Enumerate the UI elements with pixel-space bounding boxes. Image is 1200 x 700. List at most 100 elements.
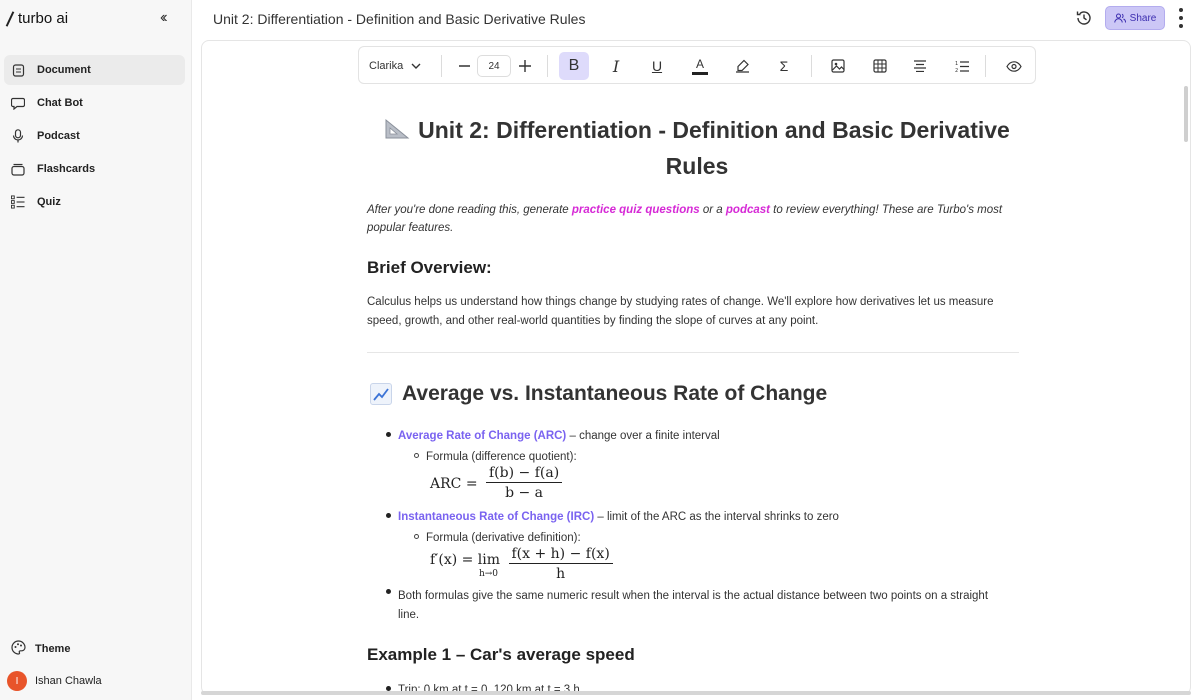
svg-text:2: 2	[955, 68, 958, 73]
list-item: Instantaneous Rate of Change (IRC) – lim…	[386, 511, 839, 523]
microphone-icon	[11, 129, 25, 143]
limit-subscript: h→0	[478, 568, 499, 579]
collapse-sidebar-icon[interactable]: ‹‹	[160, 9, 167, 27]
formula-label: Formula (derivative definition):	[426, 532, 581, 544]
sidebar-item-chat-bot[interactable]: Chat Bot	[4, 88, 185, 118]
practice-quiz-link[interactable]: practice quiz questions	[572, 204, 700, 216]
history-icon[interactable]	[1075, 9, 1093, 27]
font-size-input[interactable]: 24	[477, 55, 511, 77]
document-title[interactable]: Unit 2: Differentiation - Definition and…	[213, 11, 585, 27]
share-button[interactable]: Share	[1105, 6, 1165, 30]
toolbar-divider	[547, 55, 548, 77]
list-item	[386, 589, 391, 596]
arc-term[interactable]: Average Rate of Change (ARC)	[398, 430, 566, 442]
equation-button[interactable]: Σ	[773, 47, 795, 85]
list-item: Average Rate of Change (ARC) – change ov…	[386, 430, 720, 442]
both-formulas-text: Both formulas give the same numeric resu…	[398, 590, 989, 621]
text-color-label: A	[695, 56, 704, 71]
heading-text: Unit 2: Differentiation - Definition and…	[418, 117, 1010, 179]
sidebar-item-label: Chat Bot	[37, 97, 83, 109]
toolbar-divider	[985, 55, 986, 77]
sidebar: turbo ai ‹‹ Document Chat Bot Podcast Fl	[0, 0, 192, 700]
color-swatch	[692, 71, 708, 75]
sidebar-item-document[interactable]: Document	[4, 55, 185, 85]
editor-panel: Clarika 24 B I U A Σ 1 2 Unit 2: Differe…	[201, 40, 1191, 695]
logo-slash-icon	[5, 10, 15, 27]
share-label: Share	[1129, 12, 1157, 24]
sidebar-item-label: Document	[37, 64, 91, 76]
highlighter-icon[interactable]	[731, 47, 753, 85]
numerator: f(x + h) − f(x)	[508, 545, 613, 564]
bullet-dot	[386, 432, 391, 437]
sub-list-item: Formula (difference quotient):	[414, 451, 577, 463]
toolbar-divider	[811, 55, 812, 77]
horizontal-scrollbar[interactable]	[201, 691, 1191, 695]
document-icon	[11, 63, 25, 77]
user-profile[interactable]: I Ishan Chawla	[7, 671, 102, 691]
underline-button[interactable]: U	[646, 47, 668, 85]
formatting-toolbar: Clarika 24 B I U A Σ 1 2	[358, 46, 1036, 84]
decrease-size-button[interactable]	[453, 47, 475, 85]
text-color-button[interactable]: A	[689, 47, 711, 85]
bold-button[interactable]: B	[559, 52, 589, 80]
logo-text: turbo ai	[18, 10, 69, 27]
bullet-dot	[386, 513, 391, 518]
theme-label: Theme	[35, 643, 71, 655]
avatar: I	[7, 671, 27, 691]
preview-eye-icon[interactable]	[1003, 47, 1025, 85]
more-options-icon[interactable]	[1178, 8, 1184, 28]
section-heading: Average vs. Instantaneous Rate of Change	[370, 382, 827, 406]
font-name: Clarika	[369, 60, 404, 72]
triangle-ruler-icon	[384, 114, 410, 139]
bullet-circle	[414, 453, 419, 458]
overview-heading: Brief Overview:	[367, 258, 492, 277]
image-icon[interactable]	[827, 47, 849, 85]
numerator: f(b) − f(a)	[486, 464, 563, 483]
section-divider	[367, 352, 1019, 353]
chevron-down-icon	[411, 63, 421, 69]
irc-term[interactable]: Instantaneous Rate of Change (IRC)	[398, 511, 594, 523]
app-logo[interactable]: turbo ai	[5, 10, 69, 27]
sidebar-item-quiz[interactable]: Quiz	[4, 187, 185, 217]
sidebar-item-label: Quiz	[37, 196, 61, 208]
fraction: f(b) − f(a) b − a	[486, 464, 563, 503]
formula-lhs-text: f′(x) = lim	[430, 551, 501, 568]
sub-list-item: Formula (derivative definition):	[414, 532, 581, 544]
theme-button[interactable]: Theme	[11, 640, 70, 658]
document-heading: Unit 2: Differentiation - Definition and…	[372, 112, 1022, 184]
italic-button[interactable]: I	[605, 47, 627, 85]
table-icon[interactable]	[869, 47, 891, 85]
user-name: Ishan Chawla	[35, 675, 102, 687]
formula-label: Formula (difference quotient):	[426, 451, 577, 463]
formula-lhs: ARC =	[430, 475, 478, 492]
flashcards-icon	[11, 162, 25, 176]
toolbar-divider	[441, 55, 442, 77]
list-icon	[11, 195, 25, 209]
irc-description: – limit of the ARC as the interval shrin…	[594, 511, 839, 523]
overview-paragraph: Calculus helps us understand how things …	[367, 296, 994, 327]
example-heading: Example 1 – Car's average speed	[367, 645, 635, 664]
denominator: h	[556, 566, 566, 582]
intro-text: or a	[699, 204, 726, 216]
sidebar-item-flashcards[interactable]: Flashcards	[4, 154, 185, 184]
vertical-scrollbar[interactable]	[1184, 86, 1188, 142]
intro-text: After you're done reading this, generate	[367, 204, 572, 216]
chart-increasing-icon	[370, 383, 392, 405]
irc-formula: f′(x) = lim h→0 f(x + h) − f(x) h	[430, 545, 613, 584]
section-title-text: Average vs. Instantaneous Rate of Change	[402, 382, 828, 405]
podcast-link[interactable]: podcast	[726, 204, 770, 216]
fraction: f(x + h) − f(x) h	[508, 545, 613, 584]
sidebar-item-podcast[interactable]: Podcast	[4, 121, 185, 151]
sidebar-item-label: Flashcards	[37, 163, 96, 175]
sidebar-nav: Document Chat Bot Podcast Flashcards Qui…	[4, 55, 185, 220]
intro-paragraph: After you're done reading this, generate…	[367, 201, 1027, 237]
font-select[interactable]: Clarika	[369, 47, 421, 85]
palette-icon	[11, 640, 26, 658]
arc-formula: ARC = f(b) − f(a) b − a	[430, 464, 563, 503]
bullet-circle	[414, 534, 419, 539]
svg-text:1: 1	[955, 61, 958, 67]
numbered-list-icon[interactable]: 12	[951, 47, 973, 85]
arc-description: – change over a finite interval	[566, 430, 720, 442]
align-center-icon[interactable]	[909, 47, 931, 85]
increase-size-button[interactable]	[514, 47, 536, 85]
